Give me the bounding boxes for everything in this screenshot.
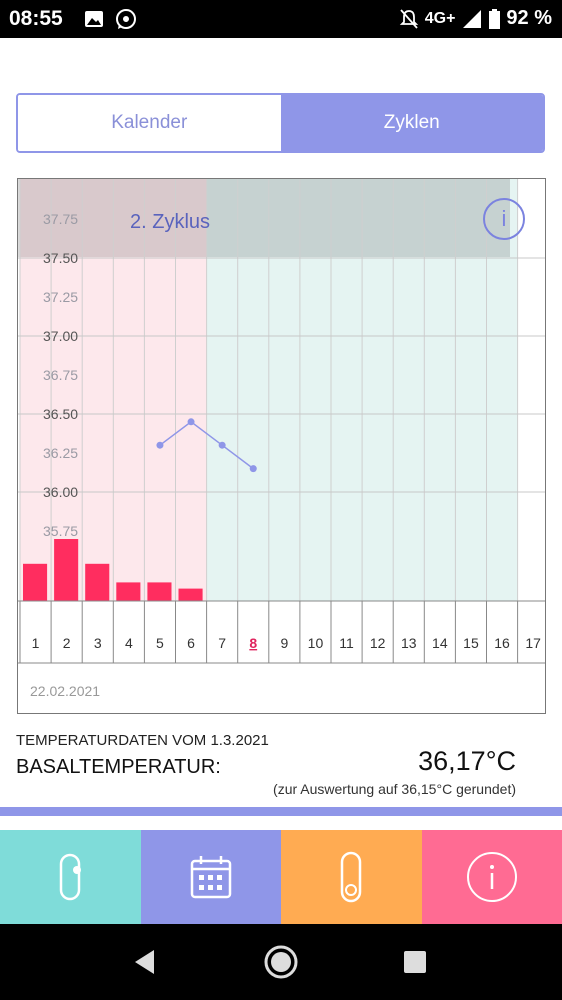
- day-label: 11: [339, 635, 354, 651]
- temperature-point: [187, 418, 195, 426]
- status-bar: 08:55 4G+ 92 %: [0, 0, 562, 38]
- info-icon: [466, 852, 517, 902]
- y-tick-label: 37.00: [43, 328, 78, 344]
- basal-temperature-label: BASALTEMPERATUR:: [16, 756, 221, 778]
- day-label: 9: [280, 635, 288, 651]
- thermometer-icon: [341, 851, 362, 903]
- y-tick-label: 36.00: [43, 484, 78, 500]
- upper-band: [18, 179, 510, 257]
- signal-icon: [463, 9, 482, 28]
- recents-icon: [404, 951, 426, 973]
- status-left-icons: [84, 8, 144, 37]
- nav-info[interactable]: [421, 830, 562, 924]
- image-icon: [85, 11, 103, 27]
- temperature-point: [218, 441, 226, 449]
- home-button[interactable]: [256, 924, 306, 1000]
- bottom-navigation: [0, 830, 562, 924]
- day-label: 13: [401, 635, 417, 651]
- status-time: 08:55: [9, 7, 63, 30]
- whatsapp-icon: [116, 9, 136, 29]
- day-label: 4: [125, 635, 133, 651]
- y-tick-label: 35.75: [43, 523, 78, 539]
- android-navigation-bar: [0, 924, 562, 1000]
- back-button[interactable]: [120, 924, 170, 1000]
- day-label: 17: [525, 635, 541, 651]
- cycle-chart[interactable]: 37.75 37.50 37.25 37.00 36.75 36.50 36.25 36.00…: [17, 178, 546, 714]
- bleeding-bar: [178, 588, 203, 601]
- bleeding-bar: [23, 563, 48, 601]
- day-label: 8: [249, 635, 257, 651]
- day-label: 15: [463, 635, 479, 651]
- day-label: 3: [94, 635, 102, 651]
- rounded-note: (zur Auswertung auf 36,15°C gerundet): [273, 781, 516, 797]
- nav-calendar[interactable]: [140, 830, 281, 924]
- y-tick-label: 37.75: [43, 211, 78, 227]
- chart-start-date: 22.02.2021: [30, 683, 101, 699]
- cycle-label: 2. Zyklus: [130, 211, 211, 233]
- chart-canvas: 37.75 37.50 37.25 37.00 36.75 36.50 36.25 36.00…: [18, 179, 545, 664]
- bleeding-bar: [116, 582, 141, 601]
- battery-percent: 92 %: [506, 7, 552, 29]
- y-tick-label: 36.75: [43, 367, 78, 383]
- bleeding-bar: [147, 582, 172, 601]
- temperature-point: [156, 441, 164, 449]
- status-right: 4G+ 92 %: [399, 7, 552, 30]
- day-label: 2: [63, 635, 71, 651]
- mute-icon: [399, 8, 418, 29]
- tab-calendar[interactable]: Kalender: [18, 95, 281, 151]
- temperature-heading: TEMPERATURDATEN VOM 1.3.2021: [16, 732, 269, 749]
- chart-info-button[interactable]: i: [483, 198, 525, 240]
- thermometer-icon: [60, 853, 82, 901]
- separator-bar: [0, 807, 562, 816]
- nav-temperature[interactable]: [0, 830, 141, 924]
- day-label: 5: [156, 635, 164, 651]
- battery-icon: [489, 8, 501, 29]
- network-type: 4G+: [424, 9, 456, 27]
- day-label: 14: [432, 635, 448, 651]
- temperature-point: [249, 465, 257, 473]
- day-label: 1: [32, 635, 40, 651]
- y-tick-label: 36.50: [43, 406, 78, 422]
- calendar-icon: [190, 856, 231, 899]
- info-icon: i: [501, 206, 507, 231]
- basal-temperature-value: 36,17°C: [418, 746, 516, 776]
- y-tick-label: 37.50: [43, 250, 78, 266]
- day-label: 12: [370, 635, 386, 651]
- day-label: 6: [187, 635, 195, 651]
- y-tick-label: 37.25: [43, 289, 78, 305]
- nav-measurement[interactable]: [281, 830, 422, 924]
- recents-button[interactable]: [390, 924, 440, 1000]
- y-tick-label: 36.25: [43, 445, 78, 461]
- day-label: 10: [308, 635, 324, 651]
- day-label: 16: [494, 635, 510, 651]
- tab-cycles[interactable]: Zyklen: [280, 95, 543, 151]
- view-switcher: Kalender Zyklen: [16, 93, 545, 153]
- home-icon: [264, 945, 298, 979]
- back-icon: [135, 950, 154, 974]
- day-label: 7: [218, 635, 226, 651]
- bleeding-bar: [85, 563, 110, 601]
- bleeding-bar: [54, 539, 79, 601]
